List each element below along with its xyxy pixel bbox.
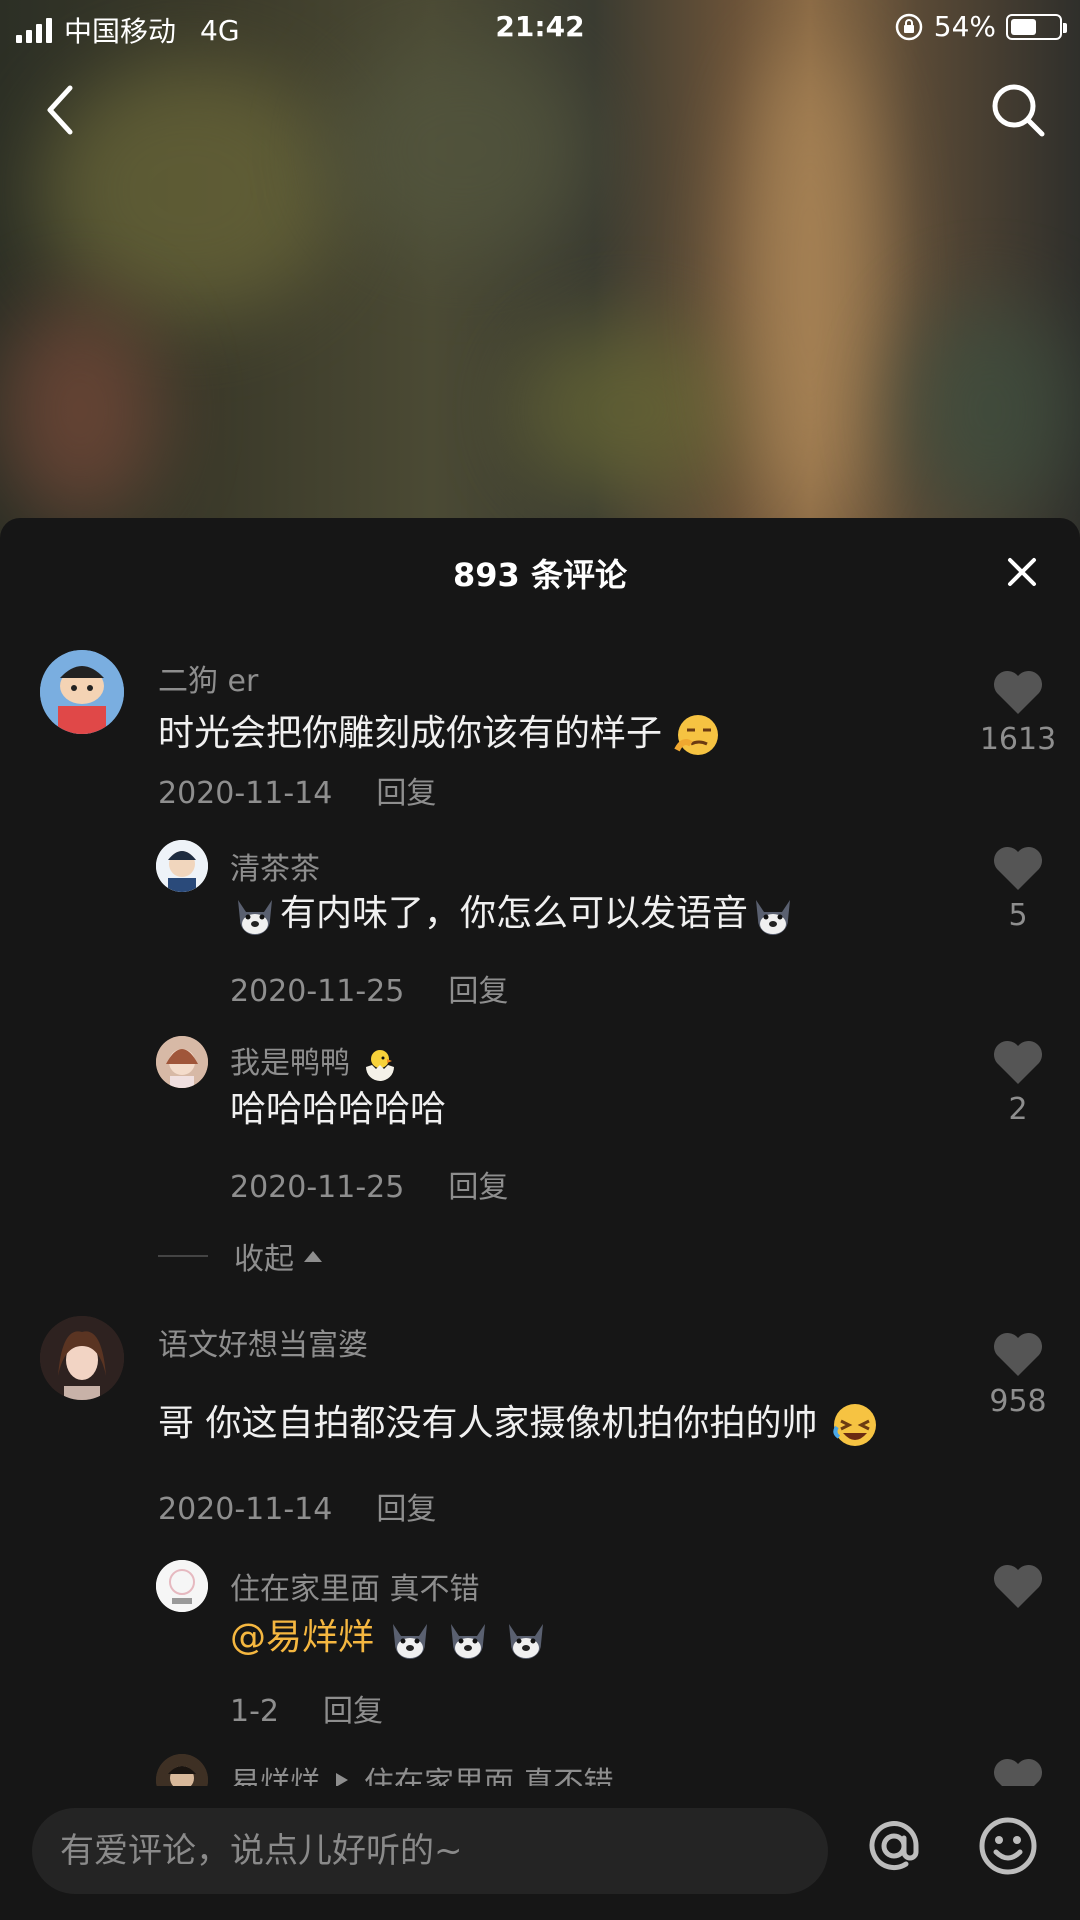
comment-input-bar: 有爱评论，说点儿好听的~ [0, 1786, 1080, 1920]
comment-author[interactable]: 清茶茶 [230, 844, 320, 888]
heart-icon [993, 1040, 1043, 1084]
heart-icon [993, 846, 1043, 890]
comment-date: 2020-11-14 [158, 776, 333, 811]
video-background [0, 0, 1080, 560]
search-button[interactable] [986, 78, 1050, 142]
husky-emoji-icon [509, 1624, 544, 1659]
like-button[interactable]: 958 [978, 1332, 1058, 1419]
heart-icon [993, 1564, 1043, 1608]
comment-text: 时光会把你雕刻成你该有的样子 [158, 704, 723, 760]
back-button[interactable] [30, 78, 94, 142]
comment-input[interactable]: 有爱评论，说点儿好听的~ [32, 1808, 828, 1894]
husky-emoji-icon [238, 900, 272, 935]
mention-button[interactable] [862, 1814, 926, 1878]
husky-emoji-icon [393, 1624, 428, 1659]
avatar[interactable] [156, 840, 208, 892]
reply-button[interactable]: 回复 [448, 1170, 508, 1205]
comment-meta: 2020-11-14 回复 [158, 1484, 436, 1528]
comment-date: 1-2 [230, 1694, 279, 1729]
close-icon [1008, 558, 1036, 586]
like-count: 1613 [979, 722, 1057, 757]
orientation-lock-icon [895, 13, 923, 40]
comment-text: 哥 你这自拍都没有人家摄像机拍你拍的帅 [158, 1394, 881, 1451]
comment-meta: 1-2 回复 [230, 1686, 383, 1730]
thinking-emoji-icon [674, 715, 719, 755]
comment-count-title: 893 条评论 [453, 556, 627, 594]
like-count: 2 [1008, 1092, 1028, 1127]
heart-icon [993, 670, 1043, 714]
like-count: 958 [989, 1384, 1047, 1419]
like-button[interactable] [978, 1564, 1058, 1610]
comment-author[interactable]: 语文好想当富婆 [158, 1320, 368, 1364]
comment-author[interactable]: 二狗 er [158, 656, 258, 700]
comment-date: 2020-11-14 [158, 1492, 333, 1527]
battery-icon [1006, 13, 1067, 40]
comment-text: @易烊烊 [230, 1608, 551, 1664]
husky-emoji-icon [451, 1624, 486, 1659]
emoji-button[interactable] [976, 1814, 1040, 1878]
avatar[interactable] [156, 1560, 208, 1612]
like-button[interactable]: 2 [978, 1040, 1058, 1127]
battery-percent: 54% [933, 10, 996, 43]
comment-author: 我是鸭鸭 [230, 1038, 400, 1085]
comment-date: 2020-11-25 [230, 1170, 405, 1205]
reply-button[interactable]: 回复 [323, 1694, 383, 1729]
search-icon [992, 84, 1045, 137]
comments-sheet: 893 条评论 二狗 er 时光会把你雕刻成你该有的样子 2020-11-14 … [0, 518, 1080, 1920]
rolling-laughing-emoji-icon [833, 1404, 876, 1446]
hatching-chick-icon [365, 1049, 394, 1081]
avatar[interactable] [40, 1316, 124, 1400]
like-count: 5 [1008, 898, 1028, 933]
reply-button[interactable]: 回复 [448, 974, 508, 1009]
close-button[interactable] [1004, 554, 1040, 590]
comment-date: 2020-11-25 [230, 974, 405, 1009]
reply-button[interactable]: 回复 [376, 776, 436, 811]
comment-author[interactable]: 住在家里面 真不错 [230, 1564, 480, 1608]
chevron-left-icon [47, 85, 73, 135]
divider [158, 1255, 208, 1257]
comment-text: 有内味了，你怎么可以发语音 [230, 884, 798, 940]
reply-button[interactable]: 回复 [376, 1492, 436, 1527]
avatar[interactable] [40, 650, 124, 734]
caret-up-icon [304, 1251, 322, 1262]
like-button[interactable]: 5 [978, 846, 1058, 933]
comment-meta: 2020-11-25 回复 [230, 966, 508, 1010]
like-button[interactable]: 1613 [978, 670, 1058, 757]
smiley-icon [979, 1817, 1037, 1875]
status-bar: 中国移动 4G 21:42 54% [0, 0, 1080, 54]
mention-link[interactable]: @易烊烊 [230, 1617, 374, 1658]
sheet-header: 893 条评论 [0, 518, 1080, 628]
comment-meta: 2020-11-25 回复 [230, 1162, 508, 1206]
collapse-replies-button[interactable]: 收起 [158, 1234, 324, 1278]
heart-icon [993, 1332, 1043, 1376]
avatar[interactable] [156, 1036, 208, 1088]
at-icon [869, 1821, 919, 1871]
comment-text: 哈哈哈哈哈哈 [230, 1089, 447, 1130]
comment-meta: 2020-11-14 回复 [158, 768, 436, 812]
husky-emoji-icon [756, 900, 791, 935]
